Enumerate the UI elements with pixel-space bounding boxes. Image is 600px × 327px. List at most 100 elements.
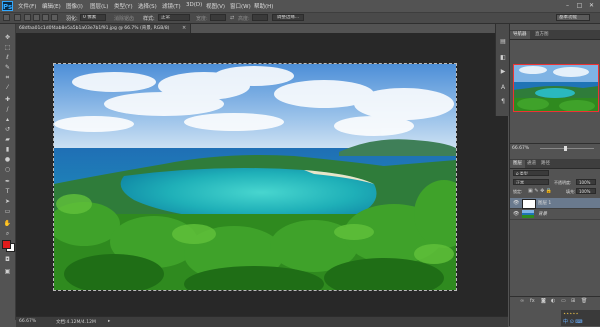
document-tab[interactable]: 68dfaa01c1d0f4ab8e5a5b1a03e7b1f91.jpg @ …	[16, 24, 191, 33]
mask-icon[interactable]: ◙	[541, 298, 546, 304]
new-layer-icon[interactable]: ⊞	[571, 298, 575, 304]
menu-3d[interactable]: 3D(D)	[186, 2, 202, 8]
menu-select[interactable]: 选择(S)	[138, 2, 157, 10]
tab-layers[interactable]: 图层	[510, 160, 525, 168]
pen-icon[interactable]: ✒	[3, 178, 12, 186]
layer-row-layer1[interactable]: 👁 图层 1	[510, 198, 600, 209]
layers-tabbar: 图层 通道 路径	[510, 159, 600, 169]
menu-window[interactable]: 窗口(W)	[230, 2, 251, 10]
workspace-select[interactable]: 基本功能	[556, 14, 590, 21]
adjustment-icon[interactable]: ◐	[551, 298, 555, 304]
height-input[interactable]	[252, 14, 268, 21]
minimize-icon[interactable]: –	[563, 2, 572, 9]
close-tab-icon[interactable]: ×	[182, 25, 186, 31]
crop-icon[interactable]: ⌗	[3, 74, 12, 82]
type-icon[interactable]: T	[3, 188, 12, 196]
trash-icon[interactable]: 🗑	[581, 298, 587, 304]
eyedropper-icon[interactable]: ⁄	[3, 84, 12, 92]
brush-icon[interactable]: /	[3, 106, 12, 114]
navigator-thumbnail[interactable]	[513, 64, 599, 112]
shape-icon[interactable]: ▭	[3, 208, 12, 216]
properties-panel-icon[interactable]: ◧	[499, 54, 507, 62]
zoom-icon[interactable]: ⌕	[3, 230, 12, 238]
lock-icons[interactable]: ▣ ✎ ✥ 🔒	[528, 188, 552, 194]
tray-icons[interactable]: ⋆⋆⋆⋆⋆	[563, 311, 579, 317]
quick-mask-icon[interactable]: ◘	[3, 256, 12, 264]
quick-select-icon[interactable]: ✎	[3, 64, 12, 72]
menu-filter[interactable]: 滤镜(T)	[162, 2, 181, 10]
refine-edge-button[interactable]: 调整边缘...	[272, 14, 304, 21]
menu-edit[interactable]: 编辑(E)	[42, 2, 61, 10]
layer-row-background[interactable]: 👁 背景	[510, 209, 600, 220]
link-layers-icon[interactable]: ∞	[520, 298, 524, 304]
marquee-icon[interactable]: ⬚	[3, 44, 12, 52]
layer-thumbnail	[522, 210, 534, 218]
layer-name[interactable]: 图层 1	[538, 200, 551, 206]
actions-panel-icon[interactable]: ▶	[499, 68, 507, 76]
subtract-selection-icon[interactable]	[42, 14, 49, 21]
heal-icon[interactable]: ✚	[3, 96, 12, 104]
image-canvas[interactable]	[53, 63, 457, 291]
folder-icon[interactable]: ▭	[561, 298, 566, 304]
tab-channels[interactable]: 通道	[524, 160, 539, 168]
width-input[interactable]	[210, 14, 226, 21]
navigator-view-box[interactable]	[513, 64, 599, 112]
intersect-selection-icon[interactable]	[51, 14, 58, 21]
move-icon[interactable]: ✥	[3, 34, 12, 42]
stamp-icon[interactable]: ▴	[3, 116, 12, 124]
menu-image[interactable]: 图像(I)	[66, 2, 83, 10]
foreground-color-swatch[interactable]	[2, 240, 11, 249]
history-brush-icon[interactable]: ↺	[3, 126, 12, 134]
menu-file[interactable]: 文件(F)	[18, 2, 36, 10]
marquee-preset-icon[interactable]	[3, 14, 10, 21]
feather-label: 羽化:	[66, 16, 78, 22]
path-select-icon[interactable]: ➤	[3, 198, 12, 206]
close-icon[interactable]: ✕	[587, 2, 596, 9]
eraser-icon[interactable]: ▰	[3, 136, 12, 144]
tab-navigator[interactable]: 导航器	[510, 31, 530, 39]
menu-help[interactable]: 帮助(H)	[254, 2, 273, 10]
zoom-slider-handle[interactable]	[564, 146, 567, 151]
navigator-zoom-value[interactable]: 66.67%	[512, 146, 529, 151]
tab-paths[interactable]: 路径	[538, 160, 553, 168]
menu-type[interactable]: 类型(Y)	[114, 2, 133, 10]
zoom-level[interactable]: 66.67%	[19, 319, 36, 324]
layer-filter-kind-text	[513, 170, 549, 176]
dodge-icon[interactable]: ○	[3, 166, 12, 174]
opacity-label: 不透明度:	[554, 180, 572, 185]
lasso-icon[interactable]: ℓ	[3, 54, 12, 62]
restore-icon[interactable]: □	[575, 2, 584, 9]
system-tray: ⋆⋆⋆⋆⋆ 中 ⊙ ⌨	[561, 310, 600, 326]
character-panel-icon[interactable]: A	[499, 84, 507, 92]
menu-view[interactable]: 视图(V)	[206, 2, 225, 10]
zoom-slider[interactable]	[540, 148, 594, 149]
hand-icon[interactable]: ✋	[3, 220, 12, 228]
opacity-input[interactable]: 100%	[576, 179, 596, 185]
status-bar: 66.67% 文档:4.12M/4.12M ▸	[16, 316, 508, 327]
eye-icon[interactable]: 👁	[513, 211, 519, 217]
new-selection-icon[interactable]	[24, 14, 31, 21]
status-menu-icon[interactable]: ▸	[108, 319, 110, 324]
style-select[interactable]: 正常	[158, 14, 190, 21]
blur-icon[interactable]: ●	[3, 156, 12, 164]
swap-icon[interactable]: ⇄	[230, 15, 234, 21]
menu-layer[interactable]: 图层(L)	[90, 2, 108, 10]
eye-icon[interactable]: 👁	[513, 200, 519, 206]
layers-footer: ∞ fx ◙ ◐ ▭ ⊞ 🗑	[510, 296, 600, 305]
feather-input[interactable]: 0 像素	[80, 14, 106, 21]
blend-mode-select[interactable]: 正常	[513, 179, 549, 185]
fx-icon[interactable]: fx	[530, 298, 535, 304]
history-panel-icon[interactable]: ▤	[499, 38, 507, 46]
paragraph-panel-icon[interactable]: ¶	[499, 98, 507, 106]
add-selection-icon[interactable]	[33, 14, 40, 21]
fill-input[interactable]: 100%	[576, 188, 596, 194]
ime-icon[interactable]: 中 ⊙ ⌨	[563, 318, 583, 325]
gradient-icon[interactable]: ▮	[3, 146, 12, 154]
chevron-down-icon[interactable]	[14, 14, 21, 21]
layer-name[interactable]: 背景	[538, 211, 547, 217]
options-bar: 羽化: 0 像素 消除锯齿 样式: 正常 宽度: ⇄ 高度: 调整边缘... 基…	[0, 13, 600, 24]
screen-mode-icon[interactable]: ▣	[3, 268, 12, 276]
antialias-checkbox[interactable]: 消除锯齿	[114, 15, 134, 22]
tab-histogram[interactable]: 直方图	[532, 31, 552, 39]
photoshop-logo: Ps	[2, 1, 13, 11]
